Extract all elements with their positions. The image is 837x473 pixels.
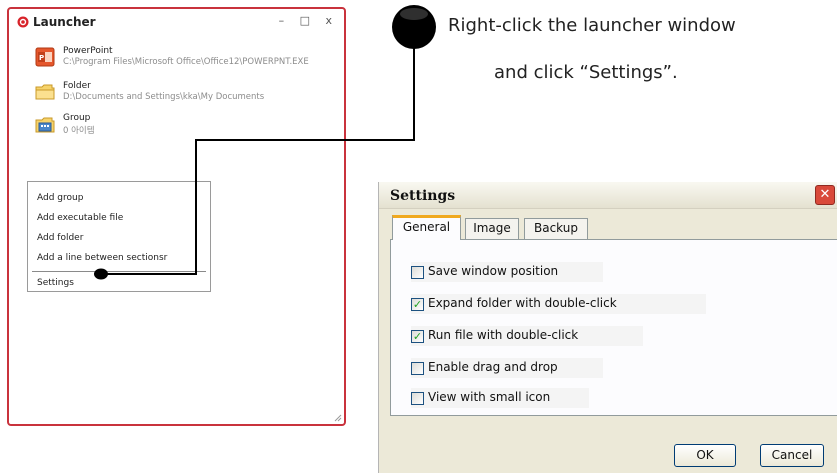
option-label: View with small icon xyxy=(428,390,551,404)
settings-dialog: Settings ✕ General Image Backup Save win… xyxy=(378,182,837,473)
checkbox[interactable] xyxy=(411,362,424,375)
cancel-button[interactable]: Cancel xyxy=(760,444,824,467)
callout-text-line1: Right-click the launcher window xyxy=(448,15,736,36)
checkbox-checked[interactable]: ✓ xyxy=(411,298,424,311)
option-small-icon[interactable]: View with small icon xyxy=(411,388,589,408)
option-label: Run file with double-click xyxy=(428,328,579,342)
checkbox[interactable] xyxy=(411,392,424,405)
option-label: Enable drag and drop xyxy=(428,360,558,374)
tab-general[interactable]: General xyxy=(392,215,461,240)
option-drag-drop[interactable]: Enable drag and drop xyxy=(411,358,603,378)
settings-marker-dot xyxy=(94,268,108,280)
callout-text-line2: and click “Settings”. xyxy=(494,62,678,83)
ok-button[interactable]: OK xyxy=(674,444,736,467)
checkbox-checked[interactable]: ✓ xyxy=(411,330,424,343)
option-expand-folder[interactable]: ✓ Expand folder with double-click xyxy=(411,294,706,314)
tab-backup[interactable]: Backup xyxy=(524,218,588,239)
settings-title: Settings xyxy=(390,188,456,204)
close-icon[interactable]: ✕ xyxy=(815,185,835,205)
option-run-file[interactable]: ✓ Run file with double-click xyxy=(411,326,643,346)
option-save-window-position[interactable]: Save window position xyxy=(411,262,603,282)
option-label: Expand folder with double-click xyxy=(428,296,617,310)
tab-image[interactable]: Image xyxy=(465,218,519,239)
option-label: Save window position xyxy=(428,264,559,278)
checkbox[interactable] xyxy=(411,266,424,279)
settings-titlebar[interactable]: Settings ✕ xyxy=(379,182,837,209)
